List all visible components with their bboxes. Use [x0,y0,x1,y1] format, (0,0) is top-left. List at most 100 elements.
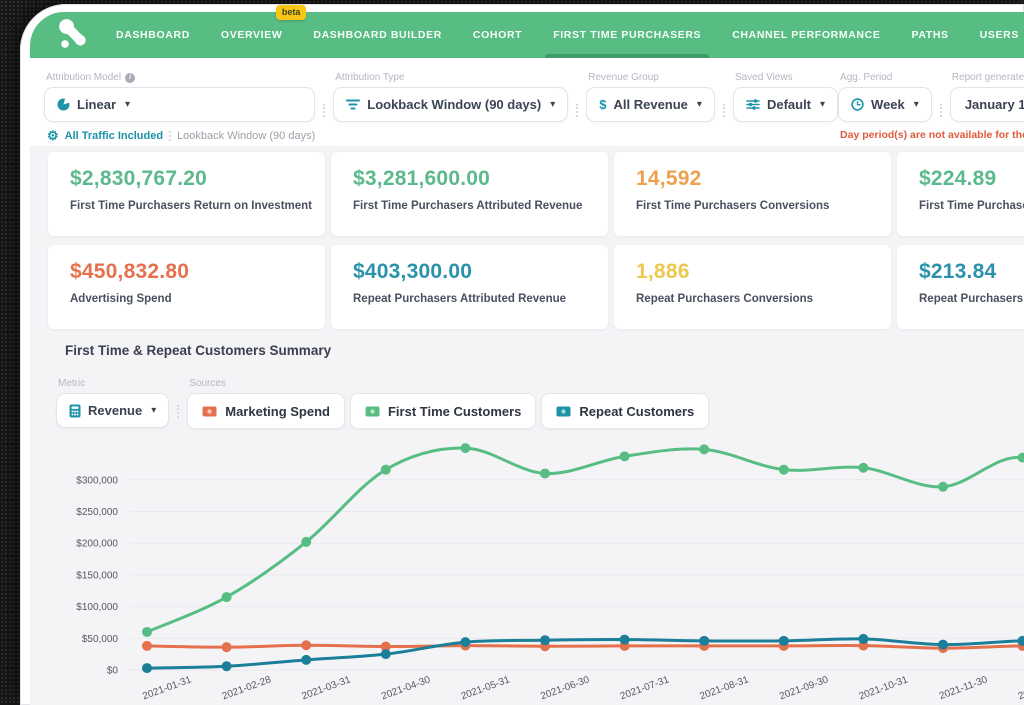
nav-tab-label: FIRST TIME PURCHASERS [553,29,701,41]
caret-down-icon: ▾ [125,99,130,110]
nav-tab-overview[interactable]: OVERVIEW beta [221,12,282,58]
nav-tab-label: USERS [980,29,1019,41]
nav-tab-label: CHANNEL PERFORMANCE [732,29,880,41]
revenue-group-group: Revenue Group $ All Revenue ▾ [586,72,715,122]
revenue-group-dropdown[interactable]: $ All Revenue ▾ [586,87,715,122]
data-point [222,642,232,652]
metric-card: 14,592First Time Purchasers Conversions [614,152,891,236]
metric-label: First Time Purchasers Return on Investme… [70,200,303,212]
data-point [779,636,789,646]
traffic-note-detail: Lookback Window (90 days) [177,130,315,142]
data-point [381,465,391,475]
data-point [938,482,948,492]
series-line-repeat-customers [147,639,1024,668]
money-bill-icon [202,406,217,417]
main-content: $2,830,767.20 First Time Purchasers Retur… [30,146,1024,705]
metric-label: Repeat Purchasers Revenu [919,293,1024,305]
metric-select-group: Metric Revenue ▾ [56,378,169,428]
metric-card: $2,830,767.20 First Time Purchasers Retur… [48,152,325,236]
traffic-note: ⚙ All Traffic Included Lookback Window (… [47,129,315,142]
data-point [699,636,709,646]
report-generated-note: Report generated 15 ho [952,72,1024,83]
calculator-icon [69,404,81,418]
date-start-value: January 1, 2021 [965,97,1024,112]
saved-views-group: Saved Views Default ▾ [733,72,838,122]
dropdown-value: Linear [77,97,116,112]
divider [723,104,725,117]
metric-label: First Time Purchasers Conversions [636,200,869,212]
nav-tab-dashboard-builder[interactable]: DASHBOARD BUILDER [313,12,442,58]
y-axis-tick: $50,000 [82,634,119,645]
nav-tab-label: OVERVIEW [221,29,282,41]
metric-card: $224.89First Time Purchasers Reve [897,152,1024,236]
nav-tab-users[interactable]: USERS [980,12,1019,58]
data-point [301,640,311,650]
metric-value: $450,832.80 [70,260,303,284]
data-point [301,655,311,665]
data-point [222,661,232,671]
nav-tab-dashboard[interactable]: DASHBOARD [116,12,190,58]
funnel-filter-icon [346,98,360,111]
caret-down-icon: ▾ [820,99,825,110]
y-axis-tick: $0 [107,666,119,677]
metric-card: $213.84 Repeat Purchasers Revenu [897,245,1024,329]
x-axis-label: 2021-06-30 [539,674,591,702]
period-warning-text: Day period(s) are not available for the … [840,129,1024,141]
metric-value: $2,830,767.20 [70,167,303,191]
caret-down-icon: ▾ [151,405,156,416]
y-axis-tick: $150,000 [76,570,118,581]
info-icon[interactable]: i [125,73,135,83]
source-toggle-marketing-spend[interactable]: Marketing Spend [187,393,345,429]
metric-value: 1,886 [636,260,869,284]
filter-bar: Attribution Model i Linear ▾ ⚙ All Traff… [30,58,1024,146]
x-axis-label: 2021-11-30 [938,674,990,702]
divider [576,104,578,117]
sliders-icon [746,98,760,111]
nav-tab-label: DASHBOARD BUILDER [313,29,442,41]
beta-badge: beta [276,5,307,20]
gear-icon[interactable]: ⚙ [47,129,59,142]
money-bill-icon [365,406,380,417]
nav-tab-first-time-purchasers[interactable]: FIRST TIME PURCHASERS [553,12,701,58]
metric-value: $3,281,600.00 [353,167,586,191]
metric-card: $403,300.00Repeat Purchasers Attributed … [331,245,608,329]
nav-tab-paths[interactable]: PATHS [911,12,948,58]
data-point [779,465,789,475]
dropdown-value: Week [871,97,905,112]
data-point [142,641,152,651]
x-axis-label: 2021-07-31 [619,674,671,702]
attribution-model-dropdown[interactable]: Linear ▾ [44,87,315,122]
dropdown-value: All Revenue [614,97,688,112]
metric-dropdown[interactable]: Revenue ▾ [56,393,169,428]
dropdown-value: Revenue [88,403,142,418]
source-toggle-first-time-customers[interactable]: First Time Customers [350,393,536,429]
metric-label: Repeat Purchasers Conversions [636,293,869,305]
nav-tab-cohort[interactable]: COHORT [473,12,522,58]
metric-label: Advertising Spend [70,293,303,305]
metric-value: $213.84 [919,260,1024,284]
divider [940,104,942,117]
data-point [938,640,948,650]
x-axis-label: 2021-01-31 [141,674,193,702]
nav-tab-channel-performance[interactable]: CHANNEL PERFORMANCE [732,12,880,58]
filter-label-text: Saved Views [735,72,793,83]
x-axis-label: 2021-08-31 [698,674,750,702]
money-bill-icon [556,406,571,417]
top-navbar: DASHBOARD OVERVIEW beta DASHBOARD BUILDE… [30,12,1024,58]
source-label: Marketing Spend [225,404,330,419]
nav-tab-label: DASHBOARD [116,29,190,41]
source-toggle-repeat-customers[interactable]: Repeat Customers [541,393,709,429]
filter-label-text: Agg. Period [840,72,892,83]
agg-period-dropdown[interactable]: Week ▾ [838,87,932,122]
pie-chart-icon [57,98,70,111]
y-axis-tick: $250,000 [76,507,118,518]
summary-line-chart: $0$50,000$100,000$150,000$200,000$250,00… [30,432,1024,705]
x-axis-label: 2021-04-30 [380,674,432,702]
data-point [620,451,630,461]
series-line-first-time-customers [147,448,1024,632]
divider [177,405,179,418]
data-point [1018,453,1024,463]
attribution-type-dropdown[interactable]: Lookback Window (90 days) ▾ [333,87,568,122]
saved-views-dropdown[interactable]: Default ▾ [733,87,838,122]
date-start-field[interactable]: January 1, 2021 [950,87,1024,122]
